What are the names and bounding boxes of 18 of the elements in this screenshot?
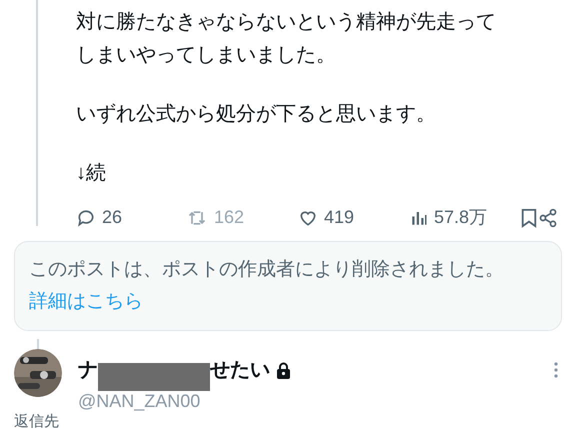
post-text-line: 対に勝たなきゃならないという精神が先走って xyxy=(76,10,496,35)
bookmark-button[interactable] xyxy=(520,208,538,228)
user-name: せたい xyxy=(210,358,270,383)
post-text-line: いずれ公式から処分が下ると思います。 xyxy=(76,102,436,127)
bookmark-icon xyxy=(520,208,538,228)
user-name: ナ xyxy=(78,358,98,383)
views-button[interactable]: 57.8万 xyxy=(410,204,520,231)
speech-bubble-icon xyxy=(76,208,96,228)
like-button[interactable]: 419 xyxy=(298,204,410,231)
share-icon xyxy=(538,208,558,228)
reply-button[interactable]: 26 xyxy=(76,204,186,231)
post-text-line: ↓続 xyxy=(76,161,106,186)
share-button[interactable] xyxy=(538,208,558,228)
more-icon[interactable] xyxy=(554,362,558,378)
reply-to-label: 返信先 xyxy=(13,413,60,430)
user-handle: @NAN_ZAN00 xyxy=(78,391,200,411)
post-text-line: しまいやってしまいました。 xyxy=(76,43,336,68)
deleted-notice: このポストは、ポストの作成者により削除されました。 詳細はこちら xyxy=(14,241,562,331)
